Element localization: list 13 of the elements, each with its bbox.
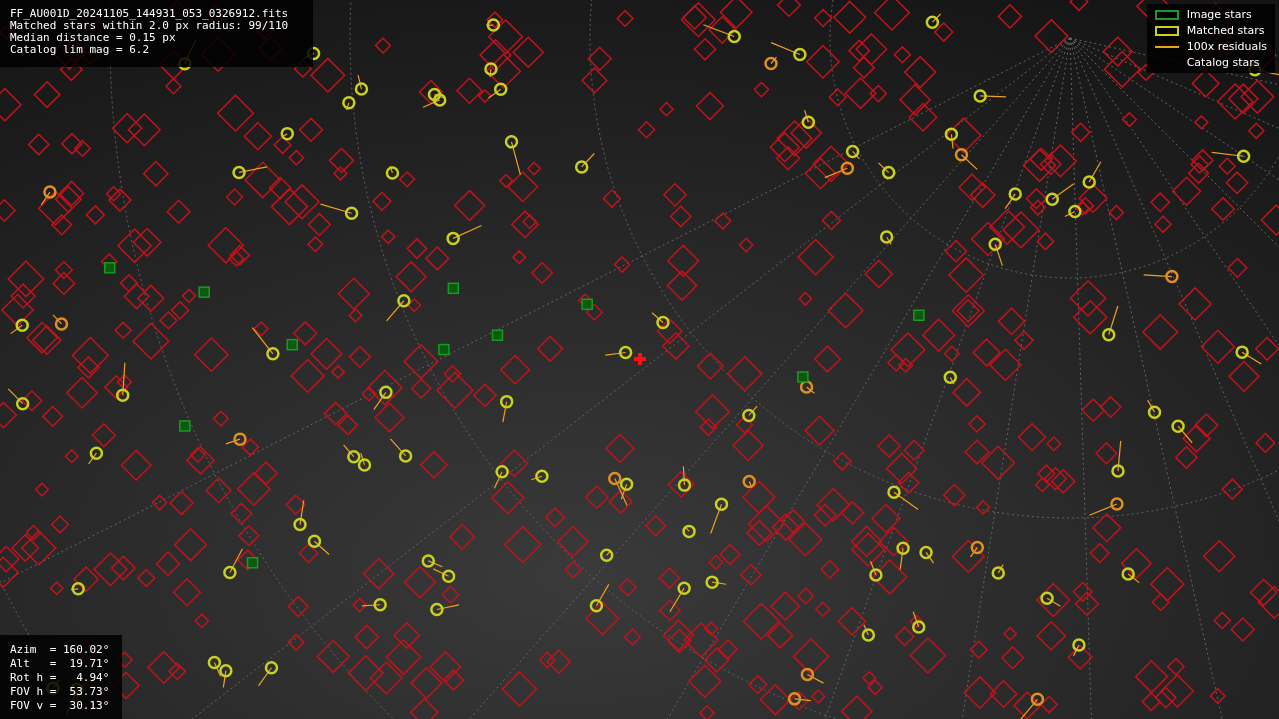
legend-label: Image stars [1186, 8, 1252, 21]
pointing-text: Alt = 19.71° [10, 657, 110, 671]
pointing-text: Azim = 160.02° [10, 643, 110, 657]
pointing-text: FOV v = 30.13° [10, 699, 110, 713]
legend-label: Catalog stars [1186, 56, 1260, 69]
legend-label: Matched stars [1186, 24, 1265, 37]
info-text: FF_AU001D_20241105_144931_053_0326912.fits [10, 8, 290, 20]
info-text: Median distance = 0.15 px [10, 32, 177, 44]
pointing-text: Rot h = 4.94° [10, 671, 110, 685]
info-text: Catalog lim mag = 6.2 [10, 44, 151, 56]
info-text: Matched stars within 2.0 px radius: 99/110 [10, 20, 290, 32]
legend-label: 100x residuals [1186, 40, 1267, 53]
pointing-text: FOV h = 53.73° [10, 685, 110, 699]
